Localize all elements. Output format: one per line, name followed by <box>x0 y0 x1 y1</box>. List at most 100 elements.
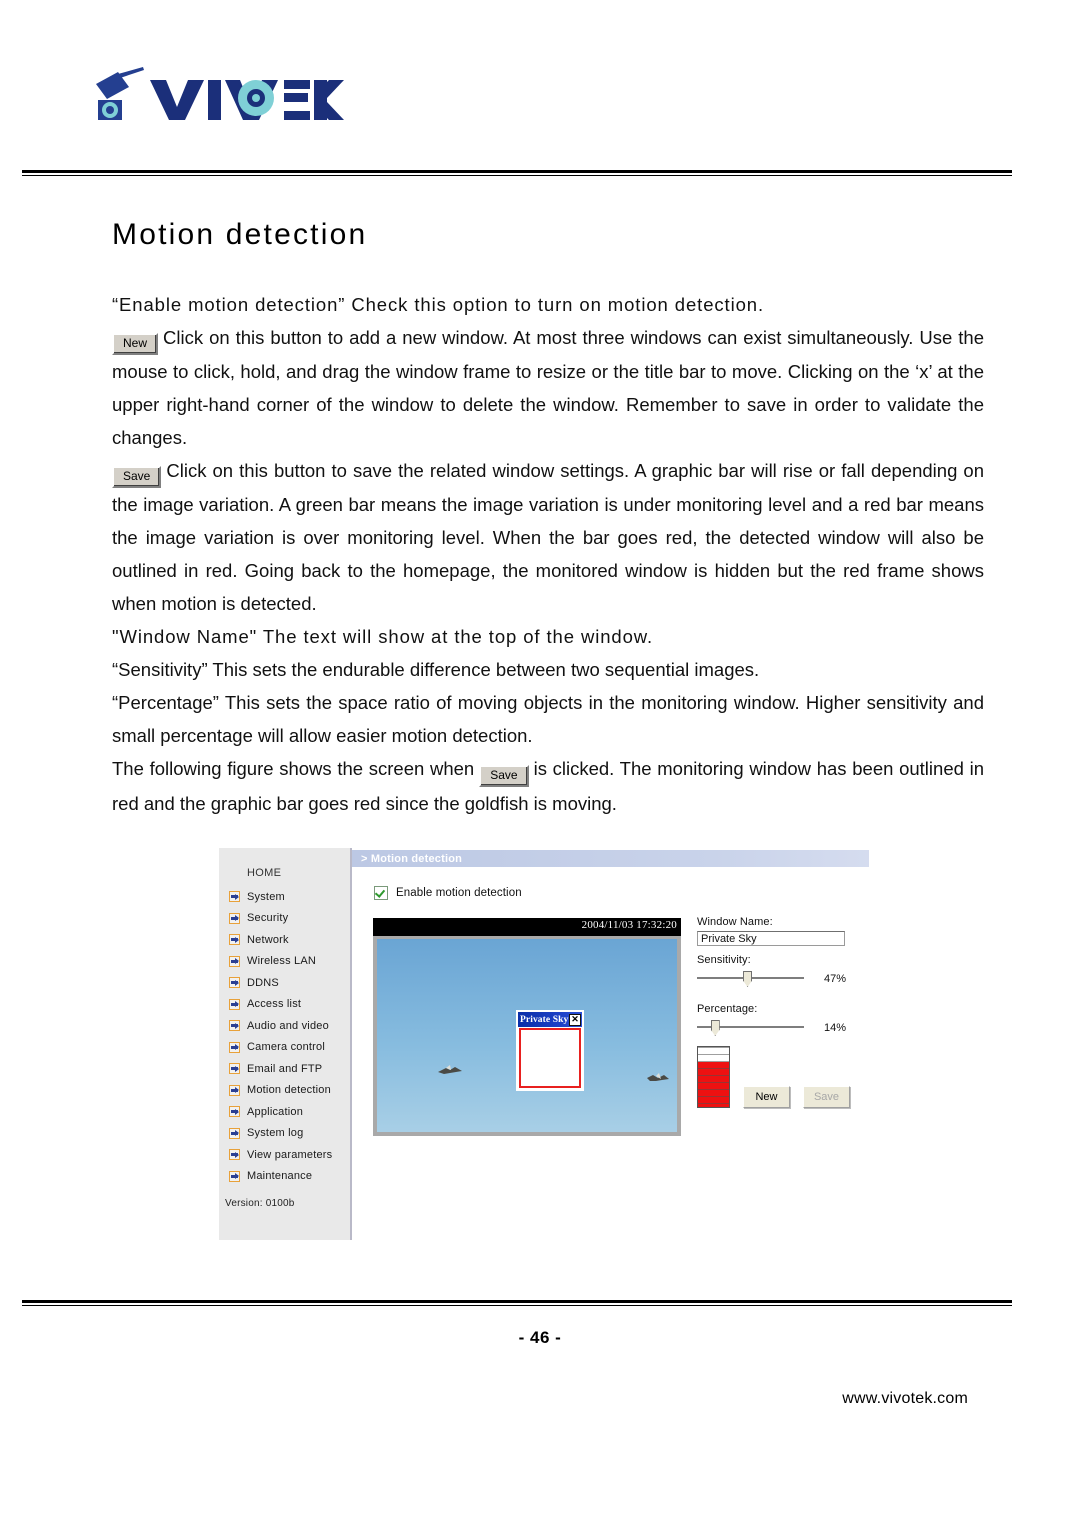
window-name-label: Window Name: <box>697 916 773 928</box>
new-window-button[interactable]: New <box>743 1086 790 1108</box>
paragraph-save: Save Click on this button to save the rel… <box>112 454 984 620</box>
paragraph-percentage-text: “Percentage” This sets the space ratio o… <box>112 692 984 746</box>
sidebar-item-label: Security <box>247 912 289 925</box>
sidebar-item-view-parameters[interactable]: View parameters <box>219 1144 350 1166</box>
paragraph-enable: “Enable motion detection” Check this opt… <box>112 288 984 321</box>
arrow-right-icon <box>229 1149 240 1161</box>
header-divider <box>22 170 1012 176</box>
arrow-right-icon <box>229 998 240 1010</box>
footer-divider <box>22 1300 1012 1306</box>
percentage-slider-row: 14% <box>697 1018 862 1038</box>
sidebar-item-maintenance[interactable]: Maintenance <box>219 1166 350 1188</box>
sidebar-item-label: Network <box>247 933 289 946</box>
screenshot-sidebar: HOME System Security Network Wireless LA… <box>219 848 352 1240</box>
sensitivity-value: 47% <box>824 973 847 985</box>
arrow-right-icon <box>229 1106 240 1118</box>
save-settings-button: Save <box>803 1086 850 1108</box>
paragraph-percentage: “Percentage” This sets the space ratio o… <box>112 686 984 752</box>
sidebar-item-system-log[interactable]: System log <box>219 1123 350 1145</box>
paragraph-save-text: Click on this button to save the related… <box>112 460 984 614</box>
sidebar-item-access-list[interactable]: Access list <box>219 994 350 1016</box>
arrow-right-icon <box>229 1084 240 1096</box>
embedded-screenshot: HOME System Security Network Wireless LA… <box>219 848 869 1240</box>
paragraph-sensitivity-text: “Sensitivity” This sets the endurable di… <box>112 659 760 680</box>
panel-header-title: > Motion detection <box>361 852 463 865</box>
monitoring-window-title: Private Sky <box>520 1014 569 1025</box>
checkbox-checked-icon[interactable] <box>374 886 388 900</box>
monitoring-window-titlebar[interactable]: Private Sky <box>518 1012 582 1027</box>
sidebar-item-label: View parameters <box>247 1148 333 1161</box>
percentage-slider[interactable] <box>697 1019 804 1037</box>
percentage-slider-thumb[interactable] <box>710 1020 720 1036</box>
vivotek-logo-svg <box>96 67 344 120</box>
video-timestamp: 2004/11/03 17:32:20 <box>581 919 677 931</box>
arrow-right-icon <box>229 977 240 989</box>
window-name-input[interactable]: Private Sky <box>697 931 845 946</box>
sidebar-item-network[interactable]: Network <box>219 929 350 951</box>
paragraph-new: New Click on this button to add a new win… <box>112 321 984 454</box>
paragraph-window-name: "Window Name" The text will show at the … <box>112 620 984 653</box>
sidebar-item-email-and-ftp[interactable]: Email and FTP <box>219 1058 350 1080</box>
sidebar-item-label: Audio and video <box>247 1019 329 1032</box>
arrow-right-icon <box>229 1127 240 1139</box>
screenshot-main-panel: > Motion detection Enable motion detecti… <box>352 848 869 1240</box>
paragraph-figure-pre: The following figure shows the screen wh… <box>112 758 475 779</box>
video-preview: 2004/11/03 17:32:20 Private Sky ✕ <box>373 918 681 1136</box>
sidebar-item-ddns[interactable]: DDNS <box>219 972 350 994</box>
arrow-right-icon <box>229 955 240 967</box>
percentage-value: 14% <box>824 1022 847 1034</box>
sensitivity-slider[interactable] <box>697 970 804 988</box>
sidebar-item-wireless-lan[interactable]: Wireless LAN <box>219 951 350 973</box>
sidebar-item-label: System log <box>247 1127 304 1140</box>
percentage-label: Percentage: <box>697 1003 758 1015</box>
sidebar-item-label: Wireless LAN <box>247 955 317 968</box>
sidebar-item-label: Email and FTP <box>247 1062 323 1075</box>
paragraph-sensitivity: “Sensitivity” This sets the endurable di… <box>112 653 984 686</box>
vivotek-logo <box>88 62 348 132</box>
bird-icon <box>645 1071 671 1085</box>
enable-motion-detection-label: Enable motion detection <box>396 887 522 899</box>
video-frame[interactable]: Private Sky <box>377 939 677 1132</box>
page-title: Motion detection <box>112 218 368 251</box>
sidebar-item-label: Motion detection <box>247 1084 331 1097</box>
arrow-right-icon <box>229 891 240 903</box>
sidebar-item-motion-detection[interactable]: Motion detection <box>219 1080 350 1102</box>
sidebar-item-security[interactable]: Security <box>219 908 350 930</box>
body-content: “Enable motion detection” Check this opt… <box>112 288 984 820</box>
save-button-inline-2[interactable]: Save <box>479 765 529 787</box>
arrow-right-icon <box>229 1020 240 1032</box>
sensitivity-slider-thumb[interactable] <box>743 971 753 987</box>
video-timestamp-bar: 2004/11/03 17:32:20 <box>373 918 681 936</box>
close-x-icon[interactable] <box>569 1013 581 1026</box>
motion-graphic-bar <box>697 1046 730 1108</box>
paragraph-window-name-text: "Window Name" The text will show at the … <box>112 626 654 647</box>
sidebar-item-system[interactable]: System <box>219 886 350 908</box>
sidebar-item-label: DDNS <box>247 976 279 989</box>
panel-header: > Motion detection <box>352 850 869 867</box>
firmware-version: Version: 0100b <box>225 1198 295 1209</box>
sensitivity-label: Sensitivity: <box>697 954 751 966</box>
monitoring-window[interactable]: Private Sky <box>516 1010 584 1091</box>
paragraph-figure: The following figure shows the screen wh… <box>112 752 984 820</box>
sidebar-item-label: System <box>247 890 285 903</box>
motion-detection-controls: Window Name: Private Sky Sensitivity: 47… <box>697 916 862 1108</box>
sidebar-item-camera-control[interactable]: Camera control <box>219 1037 350 1059</box>
arrow-right-icon <box>229 1170 240 1182</box>
arrow-right-icon <box>229 1063 240 1075</box>
graph-and-buttons-row: New Save <box>697 1046 862 1108</box>
sidebar-menu: System Security Network Wireless LAN DDN… <box>219 886 350 1187</box>
enable-motion-detection-row[interactable]: Enable motion detection <box>374 886 522 900</box>
monitoring-window-area[interactable] <box>519 1028 581 1088</box>
new-button-inline[interactable]: New <box>112 333 159 355</box>
paragraph-new-text: Click on this button to add a new window… <box>112 327 984 448</box>
sidebar-item-label: Maintenance <box>247 1170 313 1183</box>
bird-icon <box>437 1063 463 1077</box>
arrow-right-icon <box>229 1041 240 1053</box>
sidebar-item-home[interactable]: HOME <box>247 867 281 879</box>
sidebar-item-audio-and-video[interactable]: Audio and video <box>219 1015 350 1037</box>
save-button-inline[interactable]: Save <box>112 466 162 488</box>
page-number: - 46 - <box>518 1328 562 1347</box>
sidebar-item-label: Camera control <box>247 1041 325 1054</box>
sidebar-item-application[interactable]: Application <box>219 1101 350 1123</box>
arrow-right-icon <box>229 912 240 924</box>
